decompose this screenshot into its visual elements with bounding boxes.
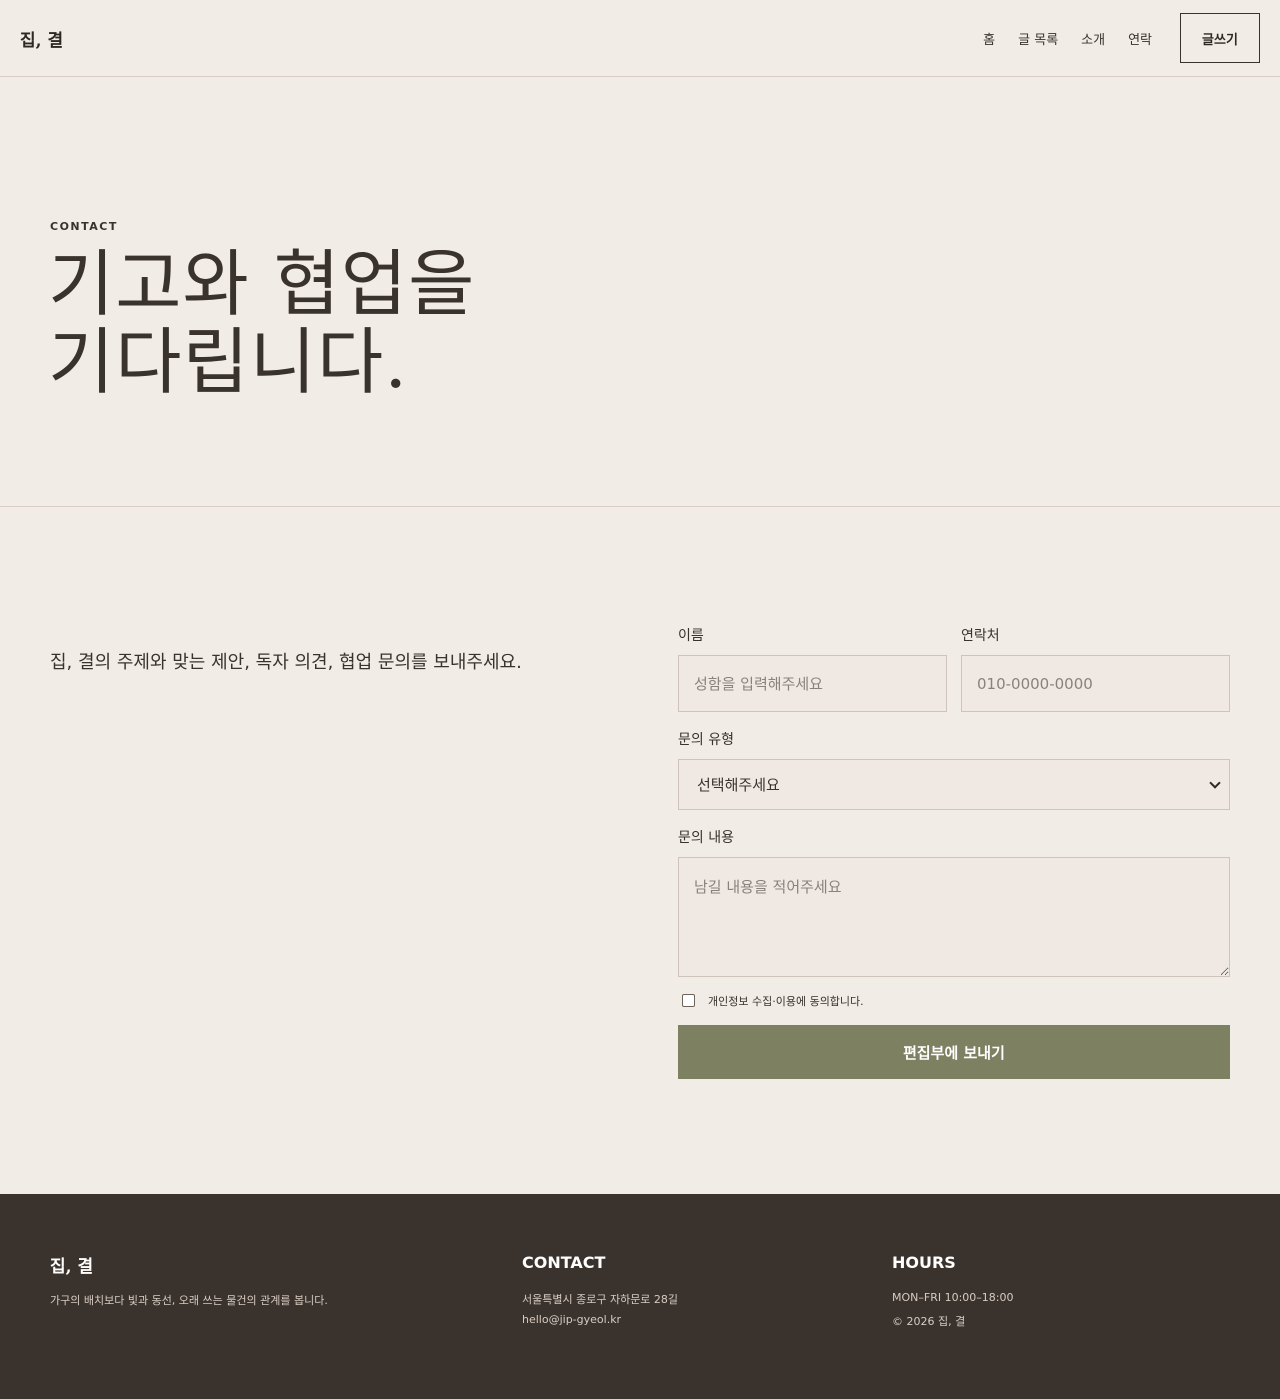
inquiry-type-select[interactable]: 선택해주세요 — [678, 759, 1230, 810]
submit-button[interactable]: 편집부에 보내기 — [678, 1025, 1230, 1079]
select-value: 선택해주세요 — [697, 776, 780, 794]
name-input[interactable] — [678, 655, 947, 712]
main-nav: 홈 글 목록 소개 연락 — [983, 29, 1152, 48]
phone-input[interactable] — [961, 655, 1230, 712]
nav-home[interactable]: 홈 — [983, 29, 995, 48]
nav-contact[interactable]: 연락 — [1128, 29, 1152, 48]
type-label: 문의 유형 — [678, 732, 734, 748]
title-line-2: 기다립니다. — [48, 320, 409, 404]
site-header: 집, 결 홈 글 목록 소개 연락 글쓰기 — [0, 0, 1280, 77]
write-button[interactable]: 글쓰기 — [1180, 13, 1260, 63]
contact-intro: 집, 결의 주제와 맞는 제안, 독자 의견, 협업 문의를 보내주세요. — [50, 652, 522, 673]
nav-posts[interactable]: 글 목록 — [1018, 29, 1058, 48]
chevron-down-icon — [1209, 776, 1221, 789]
hero-section: CONTACT 기고와 협업을 기다립니다. — [0, 77, 1280, 507]
footer-brand: 집, 결 — [50, 1257, 94, 1277]
footer-hours: MON–FRI 10:00–18:00 — [892, 1291, 1014, 1304]
footer-hours-heading: HOURS — [892, 1253, 956, 1272]
page-title: 기고와 협업을 기다립니다. — [48, 245, 748, 401]
phone-label: 연락처 — [961, 628, 1000, 644]
consent-checkbox[interactable] — [682, 994, 695, 1007]
footer-copyright: © 2026 집, 결 — [892, 1315, 966, 1328]
nav-about[interactable]: 소개 — [1081, 29, 1105, 48]
title-line-1: 기고와 협업을 — [48, 242, 476, 326]
footer-email[interactable]: hello@jip-gyeol.kr — [522, 1313, 621, 1326]
name-label: 이름 — [678, 628, 704, 644]
footer-address: 서울특별시 종로구 자하문로 28길 — [522, 1293, 679, 1306]
footer-tagline: 가구의 배치보다 빛과 동선, 오래 쓰는 물건의 관계를 봅니다. — [50, 1294, 328, 1307]
footer-contact-heading: CONTACT — [522, 1253, 606, 1272]
brand-logo[interactable]: 집, 결 — [20, 26, 63, 51]
section-eyebrow: CONTACT — [50, 220, 118, 233]
consent-label: 개인정보 수집·이용에 동의합니다. — [708, 995, 864, 1008]
message-textarea[interactable] — [678, 857, 1230, 977]
site-footer: 집, 결 가구의 배치보다 빛과 동선, 오래 쓰는 물건의 관계를 봅니다. … — [0, 1194, 1280, 1399]
message-label: 문의 내용 — [678, 830, 734, 846]
